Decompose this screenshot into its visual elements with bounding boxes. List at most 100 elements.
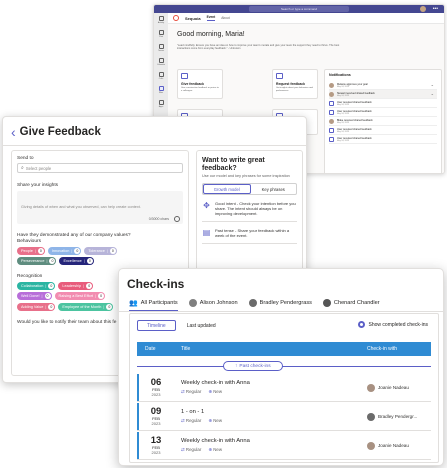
participant-tabs: 👥 All Participants Alison Johnson Bradle… bbox=[129, 295, 443, 311]
tab-alison-johnson[interactable]: Alison Johnson bbox=[188, 295, 238, 311]
status-icon: ⊕ bbox=[208, 418, 212, 423]
greeting: Good morning, Maria! bbox=[177, 31, 245, 38]
rail-item-files[interactable]: Files bbox=[154, 83, 168, 97]
tab-all-participants[interactable]: 👥 All Participants bbox=[129, 295, 178, 311]
notification-item[interactable]: Melanie approves your goal May 24, 2023 ⌄ bbox=[329, 81, 437, 90]
value-chip-innovation[interactable]: Innovation | 0 bbox=[47, 246, 82, 255]
insights-textarea[interactable]: Giving details of when and what you obse… bbox=[17, 191, 183, 224]
notification-item[interactable]: User received shared feedback May 24, 202… bbox=[329, 99, 437, 108]
value-chip-adding-value[interactable]: Adding Value | 0 bbox=[17, 302, 56, 311]
checkin-title: Weekly check-in with Anna bbox=[181, 438, 250, 444]
last-updated-button[interactable]: Last updated bbox=[178, 320, 225, 331]
status-icon: ⊕ bbox=[208, 447, 212, 452]
request-feedback-card[interactable]: Request feedback Get insights about your… bbox=[272, 69, 318, 99]
card-description: Get insights about your behaviors and pe… bbox=[276, 87, 313, 92]
value-chip-perseverance[interactable]: Perseverance | 0 bbox=[17, 257, 57, 265]
checkin-meta: ⇄ Regular ⊕ New bbox=[181, 389, 223, 394]
behaviours-label: Behaviours bbox=[17, 239, 41, 244]
values-question: Have they demonstrated any of our compan… bbox=[17, 233, 131, 238]
row-date: 06 FEB 2023 bbox=[150, 376, 162, 397]
settings-icon[interactable] bbox=[174, 216, 180, 222]
feedback-header: ‹ Give Feedback bbox=[11, 125, 101, 139]
apps-icon bbox=[158, 100, 164, 105]
behaviours-row-1: People | 0 Innovation | 0 Tolerance | 0 bbox=[17, 246, 183, 255]
value-chip-excellence[interactable]: Excellence | 0 bbox=[59, 257, 94, 265]
view-filter: Timeline Last updated bbox=[137, 320, 225, 331]
key-phrases-button[interactable]: Key phrases bbox=[251, 184, 297, 194]
value-chip-people[interactable]: People | 0 bbox=[17, 246, 45, 255]
status-icon: ⊕ bbox=[208, 389, 212, 394]
rail-item-calendar[interactable]: Calendar bbox=[154, 55, 168, 69]
repeat-icon: ⇄ bbox=[181, 389, 185, 394]
notifications-title: Notifications bbox=[329, 73, 351, 77]
user-avatar[interactable] bbox=[420, 6, 426, 12]
char-counter: 0/3000 chars bbox=[148, 217, 169, 221]
tabs-divider bbox=[119, 311, 443, 312]
tab-chenard-chandler[interactable]: Chenard Chandler bbox=[322, 295, 380, 311]
file-icon bbox=[158, 86, 164, 91]
page-title: Give Feedback bbox=[19, 126, 101, 138]
more-options-icon[interactable]: ••• bbox=[433, 5, 438, 13]
table-row[interactable]: 09 FEB 2023 1 - on - 1 ⇄ Regular ⊕ New B… bbox=[137, 403, 431, 431]
value-chip-employee-of-month[interactable]: Employee of the Month | 0 bbox=[58, 302, 114, 311]
column-checkin-with: Check-in with bbox=[367, 346, 398, 352]
feedback-icon bbox=[329, 109, 334, 115]
value-chip-collaboration[interactable]: Collaboration | 0 bbox=[17, 281, 56, 290]
feedback-icon bbox=[329, 127, 334, 133]
value-chip-tolerance[interactable]: Tolerance | 0 bbox=[84, 246, 117, 255]
app-header: Sequoia Event About bbox=[168, 13, 444, 24]
radio-icon[interactable] bbox=[357, 321, 365, 328]
notification-item[interactable]: User received shared feedback May 24, 202… bbox=[329, 135, 437, 144]
repeat-icon: ⇄ bbox=[181, 418, 185, 423]
past-checkins-divider: ↑ Past check-ins bbox=[137, 361, 431, 371]
behaviours-row-2: Perseverance | 0 Excellence | 0 bbox=[17, 257, 183, 265]
value-chip-well-done[interactable]: Well Done! | 0 bbox=[17, 292, 52, 300]
tab-bradley-pendergrass[interactable]: Bradley Pendergrass bbox=[248, 295, 312, 311]
row-info: Weekly check-in with Anna ⇄ Regular ⊕ Ne… bbox=[175, 438, 367, 453]
tab-about[interactable]: About bbox=[221, 16, 229, 20]
chevron-down-icon[interactable]: ⌄ bbox=[431, 82, 434, 87]
chevron-down-icon[interactable]: ⌄ bbox=[431, 91, 434, 96]
checkin-with: Joanie Nadeau bbox=[367, 383, 431, 392]
notification-item[interactable]: User received shared feedback May 24, 202… bbox=[329, 126, 437, 135]
notification-item[interactable]: User received shared feedback May 24, 202… bbox=[329, 108, 437, 117]
app-logo-icon bbox=[173, 15, 179, 21]
table-row[interactable]: 06 FEB 2023 Weekly check-in with Anna ⇄ … bbox=[137, 374, 431, 402]
growth-model-button[interactable]: Growth model bbox=[203, 184, 251, 194]
checkins-window: Check-ins 👥 All Participants Alison John… bbox=[118, 268, 444, 466]
repeat-icon: ⇄ bbox=[181, 447, 185, 452]
row-info: Weekly check-in with Anna ⇄ Regular ⊕ Ne… bbox=[175, 380, 367, 395]
value-chip-leadership[interactable]: Leadership | 0 bbox=[58, 281, 94, 290]
notification-item[interactable]: Stewart received shared feedback May 24, … bbox=[329, 90, 437, 99]
table-row[interactable]: 13 FEB 2023 Weekly check-in with Anna ⇄ … bbox=[137, 432, 431, 460]
column-title: Title bbox=[181, 346, 191, 352]
dashboard-search-input[interactable]: Search or type a command bbox=[249, 6, 349, 12]
give-feedback-card[interactable]: Give feedback Give constructive feedback… bbox=[177, 69, 223, 99]
avatar bbox=[329, 82, 334, 88]
past-checkins-button[interactable]: ↑ Past check-ins bbox=[223, 361, 283, 371]
show-completed-toggle[interactable]: Show completed check-ins bbox=[357, 321, 428, 328]
avatar bbox=[329, 91, 334, 97]
tab-event[interactable]: Event bbox=[206, 15, 216, 21]
notification-item[interactable]: Blake received shared feedback May 24, 20… bbox=[329, 117, 437, 126]
teams-icon bbox=[158, 44, 164, 49]
rail-item-activity[interactable]: Activity bbox=[154, 13, 168, 27]
share-insights-label: Share your insights bbox=[17, 183, 59, 188]
send-to-label: Send to bbox=[17, 156, 34, 161]
value-chip-best-effort[interactable]: Raising a Best Effort | 0 bbox=[54, 292, 106, 300]
select-people-input[interactable]: ⌕ Select people bbox=[17, 163, 183, 173]
app-name: Sequoia bbox=[185, 15, 201, 21]
avatar bbox=[329, 118, 334, 124]
calendar-icon: ▤ bbox=[202, 228, 211, 237]
back-chevron-icon[interactable]: ‹ bbox=[11, 125, 16, 139]
daily-quote: "Lead mindfully. Ensure you have an idea… bbox=[177, 44, 340, 51]
rail-item-apps[interactable]: Apps bbox=[154, 97, 168, 111]
avatar bbox=[367, 383, 375, 392]
avatar bbox=[188, 299, 197, 307]
request-icon bbox=[276, 73, 283, 79]
timeline-button[interactable]: Timeline bbox=[137, 320, 176, 331]
rail-item-chat[interactable]: Chat bbox=[154, 27, 168, 41]
rail-item-calls[interactable]: Calls bbox=[154, 69, 168, 83]
arrow-up-icon: ↑ bbox=[235, 363, 238, 369]
rail-item-teams[interactable]: Teams bbox=[154, 41, 168, 55]
